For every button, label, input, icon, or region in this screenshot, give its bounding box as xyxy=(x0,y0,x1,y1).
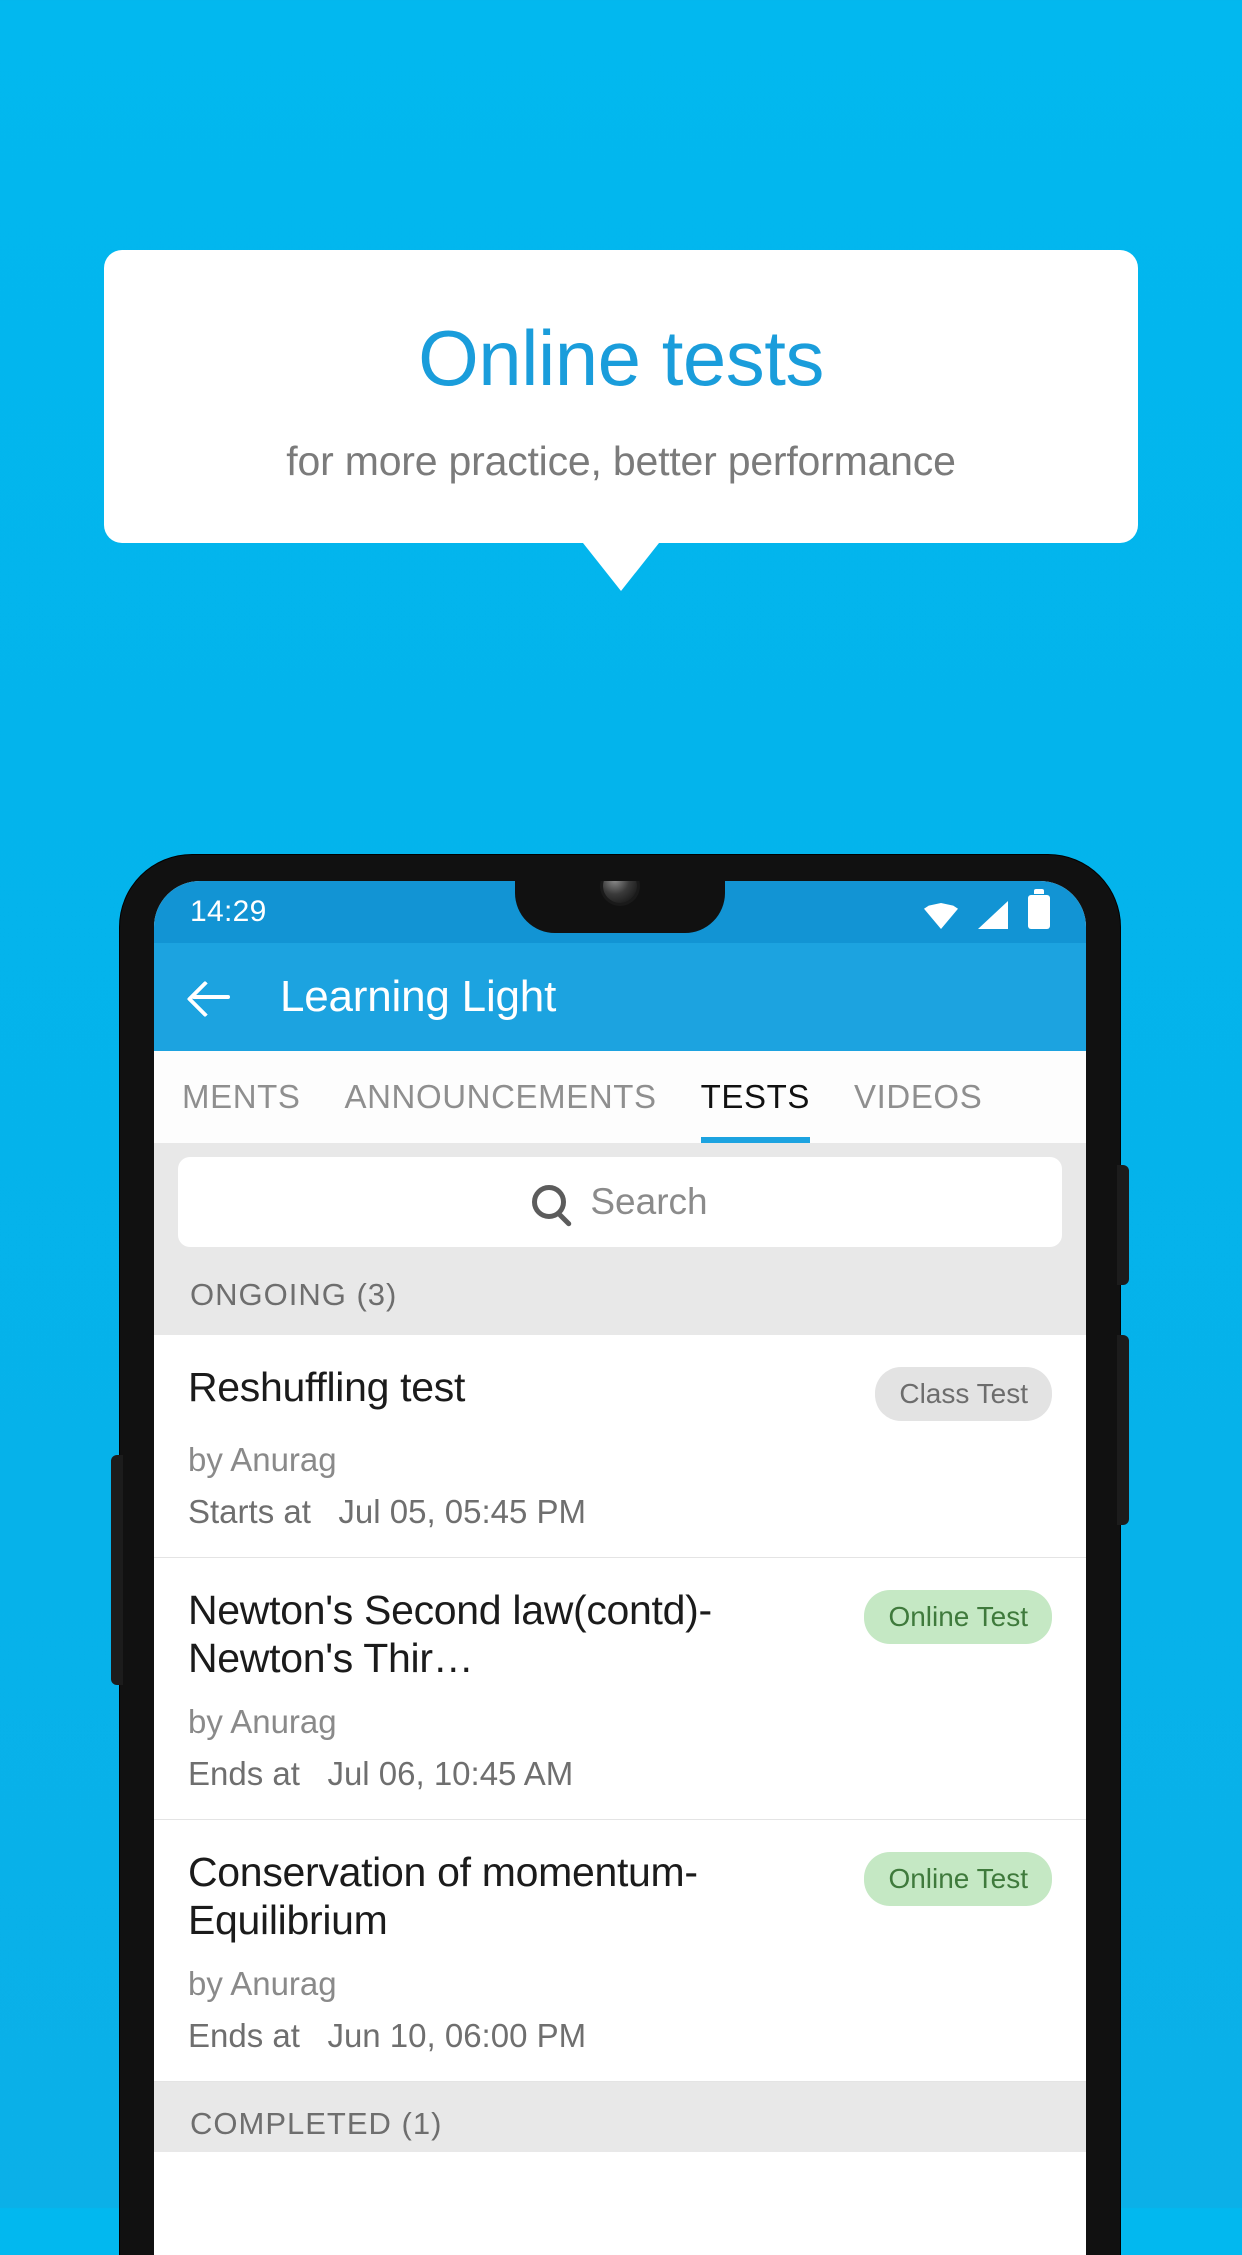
signal-icon xyxy=(978,901,1008,929)
status-icons xyxy=(924,895,1050,929)
test-time-label: Ends at xyxy=(188,1754,300,1792)
item-header-row: Conservation of momentum-Equilibrium Onl… xyxy=(188,1848,1052,1945)
phone-mockup: 14:29 Learning Light MENTS ANNOUNCEMENTS… xyxy=(111,855,1129,2255)
tab-ments[interactable]: MENTS xyxy=(182,1051,301,1143)
promo-card: Online tests for more practice, better p… xyxy=(104,250,1138,591)
test-time-value: Jun 10, 06:00 PM xyxy=(327,2016,587,2054)
test-list-item[interactable]: Conservation of momentum-Equilibrium Onl… xyxy=(154,1819,1086,2082)
phone-volume-button xyxy=(1117,1165,1129,1285)
search-input[interactable]: Search xyxy=(178,1157,1062,1247)
test-list-item[interactable]: Newton's Second law(contd)-Newton's Thir… xyxy=(154,1558,1086,1820)
tab-videos[interactable]: VIDEOS xyxy=(854,1051,982,1143)
test-author: by Anurag xyxy=(188,1702,337,1740)
test-list-item[interactable]: Reshuffling test Class Test by Anurag St… xyxy=(154,1335,1086,1558)
test-time-label: Ends at xyxy=(188,2016,300,2054)
tab-bar: MENTS ANNOUNCEMENTS TESTS VIDEOS xyxy=(154,1051,1086,1143)
phone-power-button xyxy=(1117,1335,1129,1525)
item-header-row: Newton's Second law(contd)-Newton's Thir… xyxy=(188,1586,1052,1683)
section-header-completed: COMPLETED (1) xyxy=(154,2081,1086,2152)
test-title: Newton's Second law(contd)-Newton's Thir… xyxy=(188,1587,712,1682)
phone-left-button xyxy=(111,1455,123,1685)
test-time-value: Jul 06, 10:45 AM xyxy=(327,1754,574,1792)
test-time: Ends at Jul 06, 10:45 AM xyxy=(188,1755,1052,1793)
tab-announcements[interactable]: ANNOUNCEMENTS xyxy=(345,1051,657,1143)
test-author: by Anurag xyxy=(188,1441,337,1478)
item-header-row: Reshuffling test Class Test xyxy=(188,1363,1052,1421)
test-time: Ends at Jun 10, 06:00 PM xyxy=(188,2017,1052,2055)
app-bar-title: Learning Light xyxy=(280,972,557,1021)
front-camera-icon xyxy=(603,881,637,903)
test-time: Starts at Jul 05, 05:45 PM xyxy=(188,1493,1052,1531)
test-title: Reshuffling test xyxy=(188,1364,466,1410)
wifi-icon xyxy=(924,903,958,929)
status-badge: Online Test xyxy=(864,1851,1052,1906)
search-placeholder: Search xyxy=(590,1181,708,1222)
back-arrow-icon[interactable] xyxy=(188,974,234,1020)
search-zone: Search xyxy=(154,1143,1086,1263)
status-bar: 14:29 xyxy=(154,881,1086,943)
speech-bubble-tail xyxy=(583,542,659,591)
tab-tests[interactable]: TESTS xyxy=(700,1051,811,1143)
status-badge: Online Test xyxy=(864,1590,1052,1644)
promo-subtitle: for more practice, better performance xyxy=(286,437,956,484)
phone-screen: 14:29 Learning Light MENTS ANNOUNCEMENTS… xyxy=(154,881,1086,2255)
battery-icon xyxy=(1028,895,1050,929)
test-author: by Anurag xyxy=(188,1964,337,2002)
search-icon xyxy=(532,1185,567,1219)
test-time-value: Jul 05, 05:45 PM xyxy=(338,1493,587,1530)
phone-notch xyxy=(515,881,725,933)
section-header-ongoing: ONGOING (3) xyxy=(154,1263,1086,1335)
status-badge: Class Test xyxy=(875,1367,1052,1421)
promo-title: Online tests xyxy=(418,314,824,402)
app-bar: Learning Light xyxy=(154,943,1086,1051)
status-time: 14:29 xyxy=(190,895,267,928)
test-time-label: Starts at xyxy=(188,1493,311,1530)
promo-banner: Online tests for more practice, better p… xyxy=(104,250,1138,591)
test-title: Conservation of momentum-Equilibrium xyxy=(188,1848,698,1944)
